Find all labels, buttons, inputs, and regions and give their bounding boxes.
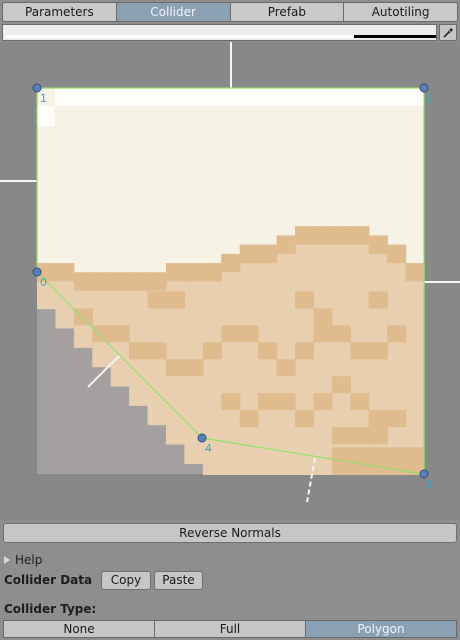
foldout-arrow-icon	[4, 556, 10, 564]
tab-collider[interactable]: Collider	[115, 2, 231, 22]
vertex-label-3: 3	[425, 478, 432, 491]
vertex-handle-1[interactable]	[32, 83, 42, 93]
tile-highlight-left	[37, 106, 55, 126]
copy-button[interactable]: Copy	[101, 571, 151, 590]
collider-type-full[interactable]: Full	[154, 620, 306, 638]
tab-prefab[interactable]: Prefab	[229, 2, 345, 22]
color-field[interactable]	[2, 24, 437, 41]
collider-type-polygon[interactable]: Polygon	[305, 620, 457, 638]
collider-data-label: Collider Data	[4, 573, 93, 587]
vertex-label-2: 2	[425, 92, 432, 105]
vertex-handle-2[interactable]	[419, 83, 429, 93]
collider-type-selector: None Full Polygon	[3, 620, 457, 638]
help-label: Help	[15, 553, 43, 567]
collider-type-none[interactable]: None	[3, 620, 155, 638]
color-field-fill	[5, 35, 354, 38]
reverse-normals-button[interactable]: Reverse Normals	[3, 523, 457, 543]
collider-editor: Parameters Collider Prefab Autotiling 0 …	[0, 0, 460, 640]
tab-bar: Parameters Collider Prefab Autotiling	[2, 2, 458, 22]
tab-autotiling[interactable]: Autotiling	[343, 2, 458, 22]
help-foldout[interactable]: Help	[4, 553, 42, 567]
vertex-handle-0[interactable]	[32, 267, 42, 277]
tab-parameters[interactable]: Parameters	[2, 2, 117, 22]
tile-preview[interactable]	[0, 42, 460, 520]
tile-highlight	[55, 88, 424, 106]
vertex-label-4: 4	[205, 442, 212, 455]
eyedropper-button[interactable]	[439, 24, 457, 41]
vertex-label-0: 0	[40, 276, 47, 289]
eyedropper-icon	[443, 27, 453, 38]
color-field-remainder	[354, 35, 436, 38]
vertex-label-1: 1	[40, 92, 47, 105]
collider-canvas[interactable]: 0 1 2 3 4	[0, 42, 460, 520]
paste-button[interactable]: Paste	[154, 571, 203, 590]
vertex-handle-3[interactable]	[419, 469, 429, 479]
vertex-handle-4[interactable]	[197, 433, 207, 443]
collider-type-label: Collider Type:	[4, 602, 97, 616]
